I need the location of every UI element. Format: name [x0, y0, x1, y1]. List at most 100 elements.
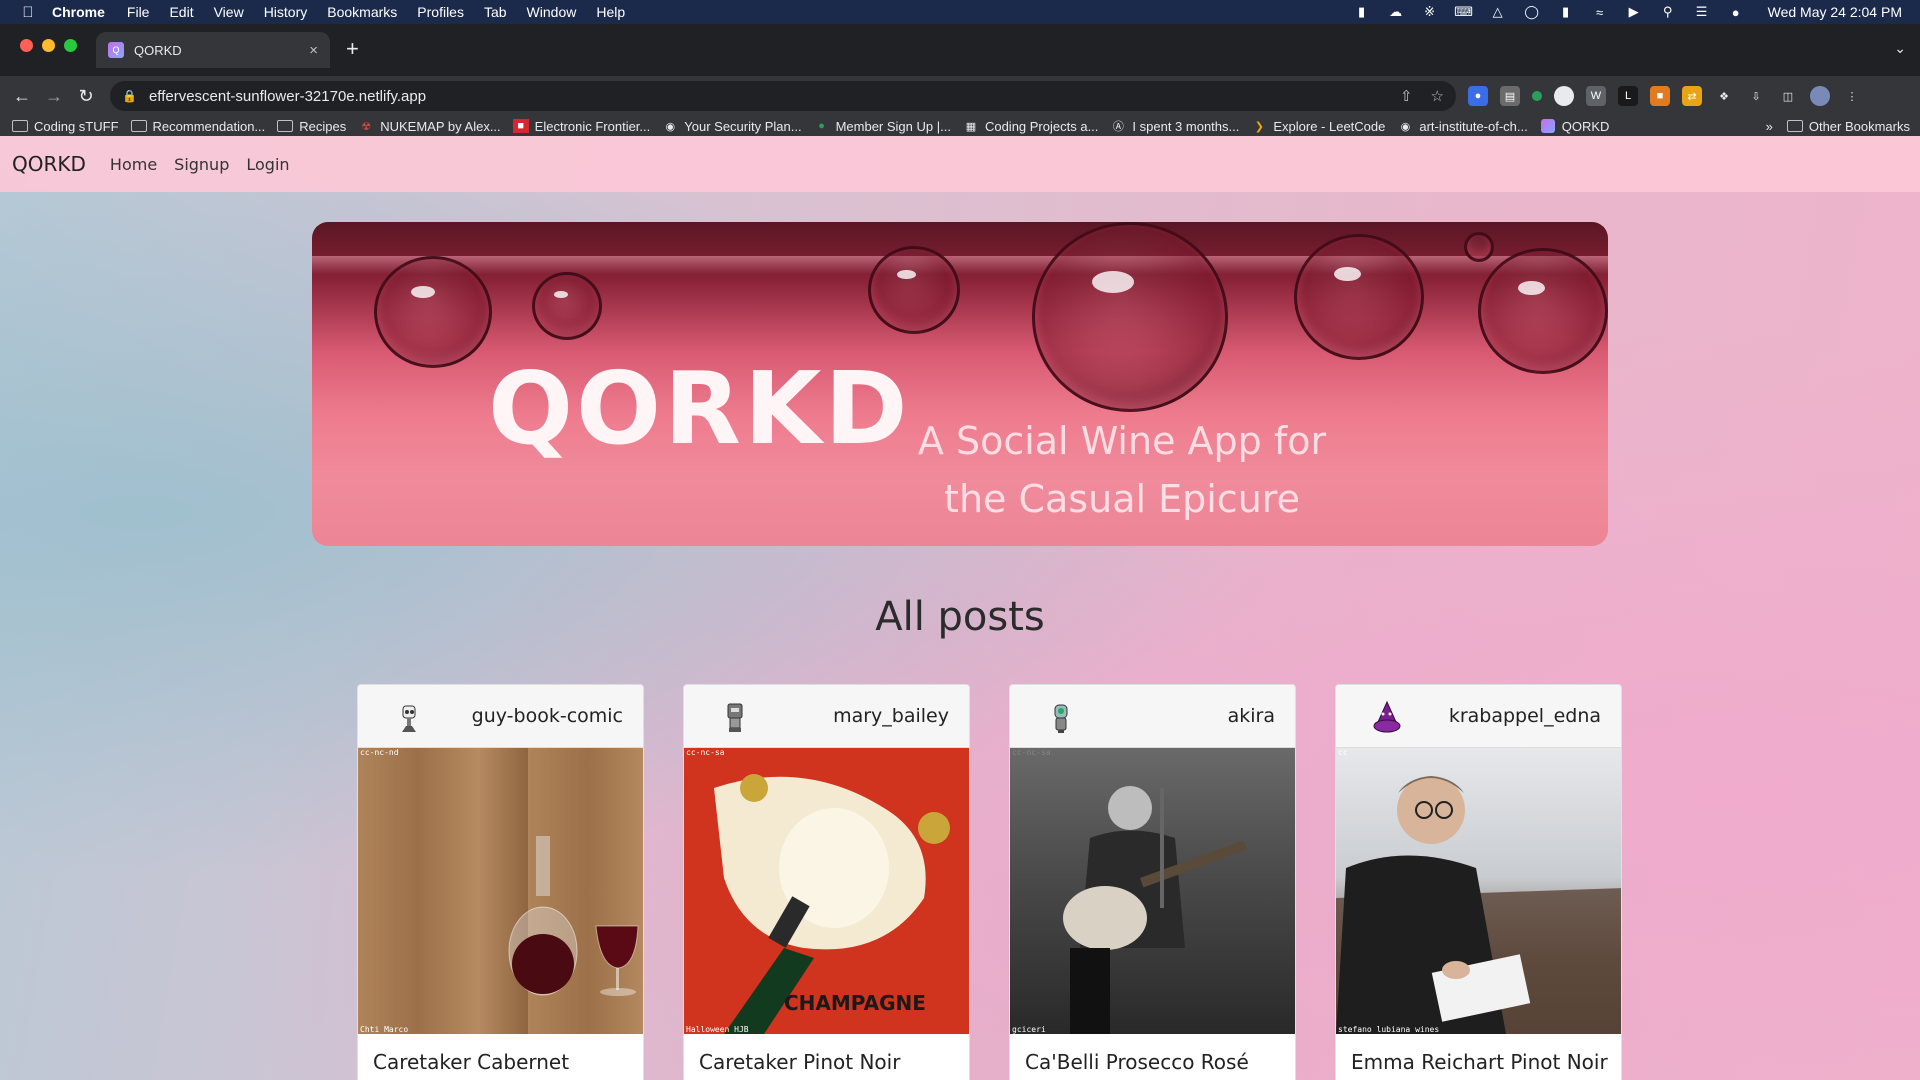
extension-icon-6[interactable]: L [1618, 86, 1638, 106]
nav-home-link[interactable]: Home [110, 155, 157, 174]
extension-icon-1[interactable]: ● [1468, 86, 1488, 106]
tab-search-chevron-icon[interactable]: ⌄ [1894, 40, 1906, 57]
bookmark-qorkd[interactable]: QORKD [1540, 119, 1609, 134]
extension-icon-8[interactable]: ⇄ [1682, 86, 1702, 106]
bookmark-folder-recipes[interactable]: Recipes [277, 119, 346, 134]
menu-history[interactable]: History [264, 4, 308, 20]
macos-menubar:  Chrome File Edit View History Bookmark… [0, 0, 1920, 24]
menu-app-chrome[interactable]: Chrome [52, 4, 105, 20]
post-title[interactable]: Emma Reichart Pinot Noir [1336, 1034, 1621, 1080]
play-icon[interactable]: ▶ [1626, 4, 1642, 19]
reload-button[interactable]: ↻ [70, 86, 102, 107]
image-credit-label: Halloween HJB [686, 1025, 749, 1034]
eff-icon: ■ [512, 119, 529, 133]
keyboard-icon[interactable]: ⌨ [1454, 4, 1473, 19]
nav-login-link[interactable]: Login [246, 155, 289, 174]
post-username[interactable]: guy-book-comic [472, 705, 623, 727]
profile-avatar[interactable] [1810, 86, 1830, 106]
post-username[interactable]: mary_bailey [833, 705, 949, 727]
close-window-button[interactable] [20, 39, 33, 52]
extensions-puzzle-icon[interactable]: ❖ [1714, 86, 1734, 106]
menu-help[interactable]: Help [596, 4, 625, 20]
bookmark-art-institute[interactable]: ◉ art-institute-of-ch... [1397, 119, 1528, 134]
tab-qorkd[interactable]: Q QORKD × [96, 32, 330, 68]
post-image[interactable]: cc-nc-sa gciceri [1010, 748, 1295, 1034]
bookmark-member-signup[interactable]: ● Member Sign Up |... [814, 119, 951, 134]
post-card[interactable]: akira cc-nc-sa gciceri Ca'Belli Prosecco… [1009, 684, 1296, 1080]
bookmark-eff[interactable]: ■ Electronic Frontier... [512, 119, 650, 134]
new-tab-button[interactable]: + [346, 38, 359, 60]
bubble-graphic [1294, 234, 1424, 360]
post-card[interactable]: guy-book-comic cc-nc-nd Chti Marco Caret… [357, 684, 644, 1080]
forward-button[interactable]: → [38, 86, 70, 107]
address-bar[interactable]: 🔒 effervescent-sunflower-32170e.netlify.… [110, 81, 1456, 111]
extension-icon-3[interactable] [1532, 91, 1542, 101]
bookmark-status-icon[interactable]: ▮ [1354, 4, 1370, 19]
share-icon[interactable]: ⇧ [1400, 87, 1413, 105]
site-brand-link[interactable]: QORKD [12, 152, 86, 176]
menu-view[interactable]: View [214, 4, 244, 20]
menu-edit[interactable]: Edit [169, 4, 193, 20]
extension-icon-7[interactable]: ■ [1650, 86, 1670, 106]
password-icon[interactable]: ◯ [1524, 4, 1540, 19]
post-image[interactable]: cc stefano lubiana wines [1336, 748, 1621, 1034]
post-username[interactable]: akira [1228, 705, 1275, 727]
decanter-graphic [508, 836, 639, 996]
url-text[interactable]: effervescent-sunflower-32170e.netlify.ap… [149, 88, 1400, 105]
maximize-window-button[interactable] [64, 39, 77, 52]
post-card[interactable]: mary_bailey cc-nc-sa CHAMPAGNE Halloween… [683, 684, 970, 1080]
menu-file[interactable]: File [127, 4, 150, 20]
bookmark-coding-projects[interactable]: ▦ Coding Projects a... [963, 119, 1099, 134]
bookmark-spent-3-months[interactable]: Ⓐ I spent 3 months... [1110, 119, 1239, 134]
post-title[interactable]: Caretaker Cabernet [358, 1034, 643, 1080]
bookmark-folder-recommendation[interactable]: Recommendation... [130, 119, 265, 134]
control-center-icon[interactable]: ☰ [1694, 4, 1710, 19]
weather-icon[interactable]: ☁ [1388, 4, 1404, 19]
nav-signup-link[interactable]: Signup [174, 155, 229, 174]
more-bookmarks-button[interactable]: » [1766, 119, 1773, 134]
bookmark-folder-coding-stuff[interactable]: Coding sTUFF [12, 119, 119, 134]
folder-icon [130, 119, 147, 133]
web-page: QORKD Home Signup Login QORKD A Social W… [0, 136, 1920, 1080]
extension-icon-4[interactable] [1554, 86, 1574, 106]
post-title[interactable]: Ca'Belli Prosecco Rosé [1010, 1034, 1295, 1080]
close-tab-icon[interactable]: × [309, 42, 318, 59]
other-bookmarks-folder[interactable]: Other Bookmarks [1786, 119, 1910, 134]
apple-icon[interactable]:  [18, 4, 38, 21]
menu-bookmarks[interactable]: Bookmarks [327, 4, 397, 20]
lock-icon[interactable]: 🔒 [122, 89, 137, 103]
bookmark-nukemap[interactable]: ☢ NUKEMAP by Alex... [358, 119, 500, 134]
post-title[interactable]: Caretaker Pinot Noir [684, 1034, 969, 1080]
folder-icon [1786, 119, 1803, 133]
bookmark-star-icon[interactable]: ☆ [1431, 87, 1444, 105]
menu-profiles[interactable]: Profiles [417, 4, 464, 20]
qorkd-bookmark-icon [1540, 119, 1556, 133]
download-icon[interactable]: ⇩ [1746, 86, 1766, 106]
spotlight-search-icon[interactable]: ⚲ [1660, 4, 1676, 19]
menubar-clock[interactable]: Wed May 24 2:04 PM [1768, 4, 1902, 20]
back-button[interactable]: ← [6, 86, 38, 107]
menu-tab[interactable]: Tab [484, 4, 507, 20]
minimize-window-button[interactable] [42, 39, 55, 52]
siri-icon[interactable]: ● [1728, 5, 1744, 20]
post-image[interactable]: cc-nc-sa CHAMPAGNE Halloween HJB [684, 748, 969, 1034]
bookmark-security-plan[interactable]: ◉ Your Security Plan... [662, 119, 801, 134]
post-username[interactable]: krabappel_edna [1449, 705, 1601, 727]
bubble-graphic [868, 246, 960, 334]
post-card[interactable]: krabappel_edna cc stefano lubiana wines … [1335, 684, 1622, 1080]
bookmark-leetcode[interactable]: ❯ Explore - LeetCode [1251, 119, 1386, 134]
more-menu-icon[interactable]: ⋮ [1842, 86, 1862, 106]
battery-icon[interactable]: ▮ [1558, 4, 1574, 19]
article-icon: Ⓐ [1112, 121, 1124, 133]
tab-title: QORKD [134, 42, 182, 58]
wordtune-extension-icon[interactable]: W [1586, 86, 1606, 106]
bluetooth-icon[interactable]: ※ [1422, 4, 1438, 19]
airplay-icon[interactable]: △ [1490, 4, 1506, 19]
wifi-icon[interactable]: ≈ [1592, 5, 1608, 20]
menu-window[interactable]: Window [527, 4, 577, 20]
post-image[interactable]: cc-nc-nd Chti Marco [358, 748, 643, 1034]
site-navbar: QORKD Home Signup Login [0, 136, 1920, 192]
extension-icon-2[interactable]: ▤ [1500, 86, 1520, 106]
leaf-icon: ● [818, 120, 825, 132]
side-panel-icon[interactable]: ◫ [1778, 86, 1798, 106]
